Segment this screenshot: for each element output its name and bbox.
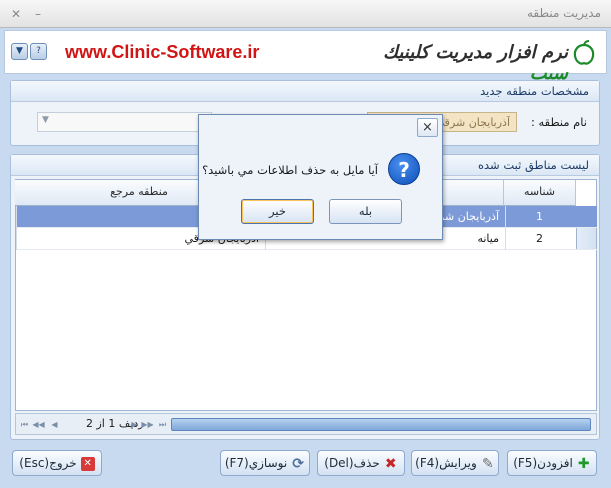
minimize-icon[interactable]: –: [30, 6, 46, 22]
parent-region-combo[interactable]: ▼: [37, 112, 212, 132]
no-button[interactable]: خير: [241, 199, 314, 224]
exit-icon: ✕: [80, 456, 95, 471]
chevron-down-icon[interactable]: ▼: [42, 115, 49, 125]
window-title: مديريت منطقه: [526, 6, 601, 20]
dialog-message: آيا مايل به حذف اطلاعات مي باشيد؟: [202, 163, 378, 177]
edit-icon: ✎: [481, 455, 494, 472]
confirm-delete-dialog: × ? آيا مايل به حذف اطلاعات مي باشيد؟ بل…: [198, 114, 443, 240]
delete-button[interactable]: ✖حذف(Del): [317, 450, 405, 476]
header-banner: ▼ ? www.Clinic-Software.ir نرم افزار مدي…: [4, 30, 607, 84]
next-record-icon[interactable]: ▶: [128, 418, 141, 431]
horizontal-scrollbar[interactable]: [171, 418, 591, 431]
record-navigator: ⏮ ◀◀ ◀ رديف 1 از 2 ▶ ▶▶ ⏭: [15, 413, 597, 435]
next-page-icon[interactable]: ▶▶: [141, 418, 154, 431]
apple-logo-icon: [573, 40, 595, 65]
chevron-down-icon[interactable]: ▼: [11, 43, 28, 60]
first-record-icon[interactable]: ⏮: [18, 418, 31, 431]
refresh-button[interactable]: ⟳نوسازي(F7): [220, 450, 310, 476]
yes-button[interactable]: بله: [329, 199, 402, 224]
app-logo: نرم افزار مديريت كلينيك سيب: [350, 37, 600, 84]
region-name-label: نام منطقه :: [530, 115, 587, 129]
cell-id: 1: [505, 206, 577, 228]
exit-button[interactable]: ✕خروج(Esc): [12, 450, 102, 476]
plus-icon: ✚: [577, 455, 590, 472]
delete-icon: ✖: [384, 455, 397, 472]
details-group-title: مشخصات منطقه جديد: [480, 84, 589, 98]
cell-id: 2: [505, 228, 577, 250]
help-icon[interactable]: ?: [30, 43, 47, 60]
column-header-id[interactable]: شناسه: [504, 180, 576, 206]
close-icon[interactable]: ✕: [8, 6, 24, 22]
refresh-icon: ⟳: [292, 455, 305, 472]
title-bar: ✕ – مديريت منطقه: [0, 0, 611, 28]
last-record-icon[interactable]: ⏭: [156, 418, 169, 431]
list-group-title: ليست مناطق ثبت شده: [477, 158, 589, 172]
edit-button[interactable]: ✎ويرايش(F4): [411, 450, 499, 476]
logo-text: نرم افزار مديريت كلينيك سيب: [350, 42, 568, 84]
logo-title: نرم افزار مديريت كلينيك: [383, 42, 568, 63]
prev-record-icon[interactable]: ◀: [48, 418, 61, 431]
dialog-close-button[interactable]: ×: [417, 118, 438, 137]
question-icon: ?: [388, 153, 420, 185]
add-button[interactable]: ✚افزودن(F5): [507, 450, 597, 476]
site-url: www.Clinic-Software.ir: [65, 42, 260, 62]
details-group-header: مشخصات منطقه جديد: [11, 81, 599, 102]
prev-page-icon[interactable]: ◀◀: [32, 418, 45, 431]
